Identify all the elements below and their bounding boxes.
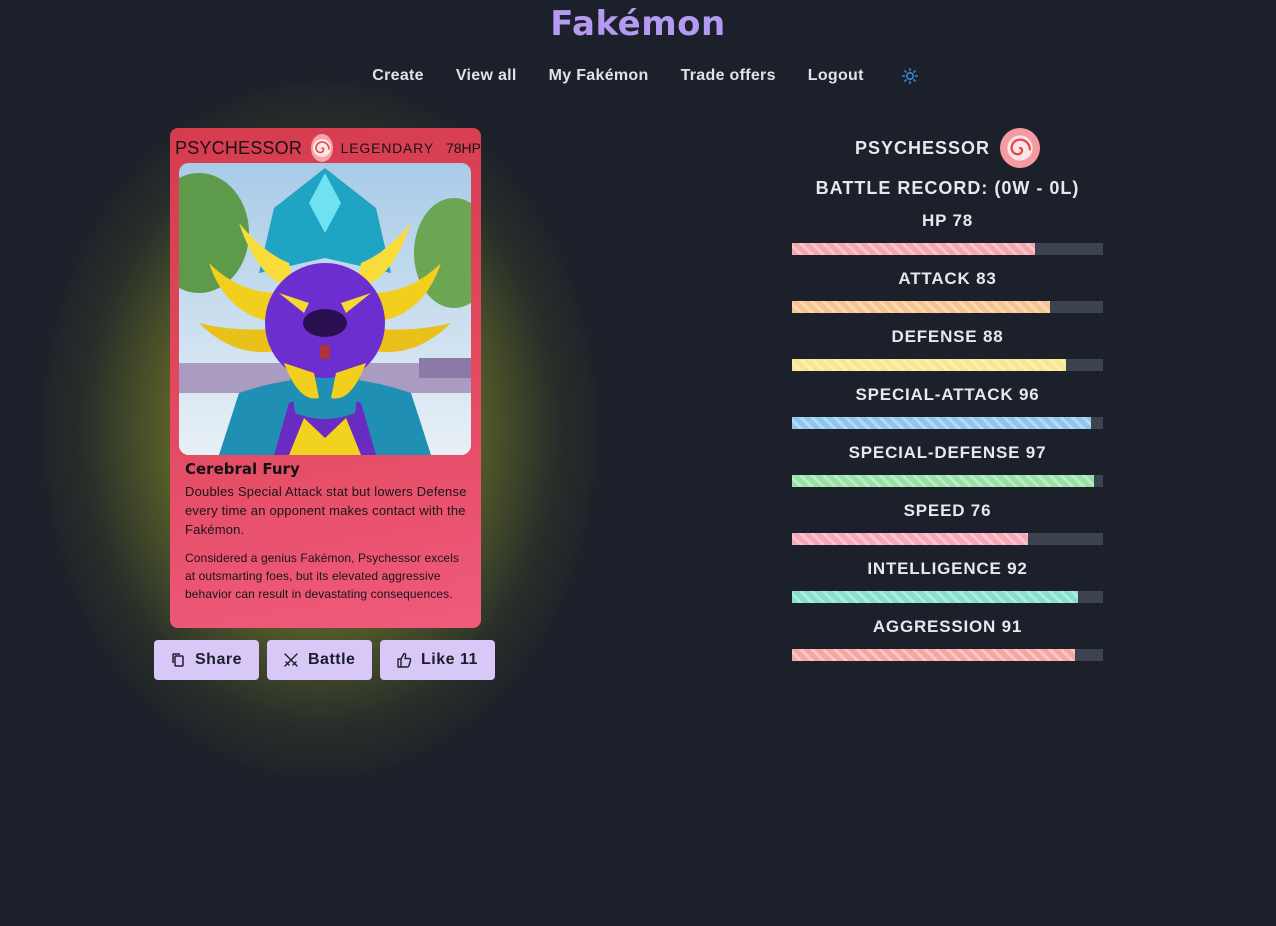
stat-bar-fill — [792, 591, 1079, 603]
like-button[interactable]: Like 11 — [380, 640, 495, 680]
psychic-swirl-icon — [1000, 128, 1041, 168]
ability-name: Cerebral Fury — [185, 460, 300, 478]
stat-bar — [792, 301, 1103, 313]
stat-label: INTELLIGENCE 92 — [867, 559, 1028, 578]
battle-label: Battle — [308, 651, 356, 668]
stats-fakemon-name: PSYCHESSOR — [854, 137, 991, 158]
stat-bar — [792, 533, 1103, 545]
nav-trade-offers[interactable]: Trade offers — [681, 67, 776, 85]
stat-row: ATTACK 83 — [792, 269, 1103, 313]
stat-bar-fill — [792, 475, 1094, 487]
card-rarity: LEGENDARY — [340, 140, 434, 156]
stat-label: SPEED 76 — [903, 501, 992, 520]
main-nav: Create View all My Fakémon Trade offers … — [0, 66, 1276, 86]
stat-bar-fill — [792, 243, 1035, 255]
sun-icon[interactable] — [900, 66, 920, 86]
stat-row: SPEED 76 — [792, 501, 1103, 545]
psychic-swirl-icon — [311, 134, 333, 162]
stat-label: HP 78 — [922, 211, 973, 230]
stat-label: DEFENSE 88 — [891, 327, 1004, 346]
stat-label: AGGRESSION 91 — [872, 617, 1023, 636]
stat-list: HP 78 ATTACK 83 DEFENSE 88 SPECIAL-ATTACK 9… — [792, 211, 1103, 661]
thumbs-up-icon — [396, 652, 412, 668]
stat-bar-fill — [792, 359, 1066, 371]
nav-view-all[interactable]: View all — [456, 67, 517, 85]
fakemon-artwork — [179, 163, 471, 455]
like-label: Like 11 — [421, 651, 478, 668]
card-actions: Share Battle Like 11 — [154, 640, 495, 680]
share-button[interactable]: Share — [154, 640, 259, 680]
stat-label: ATTACK 83 — [898, 269, 997, 288]
stat-bar — [792, 417, 1103, 429]
share-label: Share — [195, 651, 242, 668]
card-name: PSYCHESSOR — [175, 137, 303, 158]
stat-row: DEFENSE 88 — [792, 327, 1103, 371]
nav-create[interactable]: Create — [372, 67, 424, 85]
stats-panel: PSYCHESSOR BATTLE RECORD: (0W - 0L) HP 7… — [792, 128, 1103, 661]
stat-label: SPECIAL-ATTACK 96 — [855, 385, 1040, 404]
battle-button[interactable]: Battle — [267, 640, 372, 680]
stat-bar-fill — [792, 649, 1075, 661]
stat-bar — [792, 649, 1103, 661]
stat-bar — [792, 359, 1103, 371]
stat-bar-fill — [792, 417, 1091, 429]
nav-logout[interactable]: Logout — [808, 67, 864, 85]
fakemon-card: PSYCHESSOR LEGENDARY 78HP Cerebral Fury … — [170, 128, 481, 628]
battle-record: BATTLE RECORD: (0W - 0L) — [815, 178, 1080, 198]
nav-my-fakemon[interactable]: My Fakémon — [549, 67, 649, 85]
card-header: PSYCHESSOR LEGENDARY 78HP — [175, 134, 481, 162]
stat-bar — [792, 475, 1103, 487]
stats-header: PSYCHESSOR — [792, 128, 1103, 168]
app-title[interactable]: Fakémon — [0, 4, 1276, 44]
stat-bar — [792, 243, 1103, 255]
stat-row: SPECIAL-DEFENSE 97 — [792, 443, 1103, 487]
card-hp: 78HP — [445, 140, 481, 156]
stat-label: SPECIAL-DEFENSE 97 — [848, 443, 1047, 462]
flavor-text: Considered a genius Fakémon, Psychessor … — [185, 551, 460, 601]
copy-icon — [170, 652, 186, 668]
stat-bar-fill — [792, 533, 1029, 545]
stat-row: AGGRESSION 91 — [792, 617, 1103, 661]
stat-bar — [792, 591, 1103, 603]
stat-bar-fill — [792, 301, 1051, 313]
stat-row: INTELLIGENCE 92 — [792, 559, 1103, 603]
ability-description: Doubles Special Attack stat but lowers D… — [185, 484, 467, 537]
stat-row: SPECIAL-ATTACK 96 — [792, 385, 1103, 429]
stat-row: HP 78 — [792, 211, 1103, 255]
crossed-swords-icon — [283, 652, 299, 668]
